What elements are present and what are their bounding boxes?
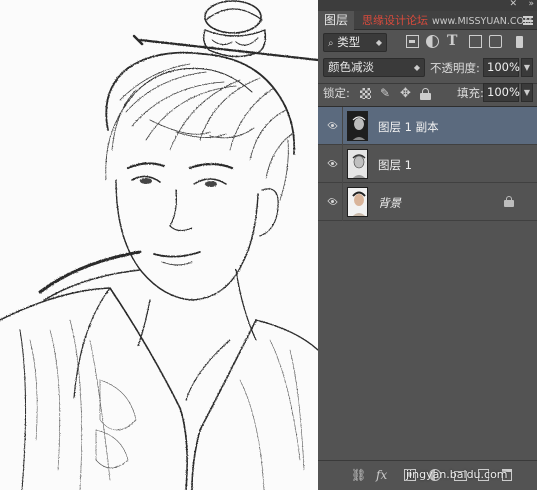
smart-object-filter-icon[interactable] bbox=[489, 35, 502, 48]
layer-name[interactable]: 图层 1 副本 bbox=[378, 119, 439, 135]
blend-mode-select[interactable]: 颜色减淡 ◆ bbox=[323, 58, 425, 77]
layer-name[interactable]: 背景 bbox=[378, 195, 401, 211]
lock-image-pixels-icon[interactable]: ✎ bbox=[380, 87, 391, 99]
collapse-icon[interactable]: » bbox=[528, 0, 533, 9]
filter-kind-select[interactable]: ⌕ 类型 ◆ bbox=[323, 33, 387, 52]
watermark-site: 思缘设计论坛 bbox=[362, 14, 428, 27]
pixel-filter-icon[interactable] bbox=[406, 35, 419, 48]
opacity-label: 不透明度: bbox=[430, 61, 480, 75]
layer-filter-row: ⌕ 类型 ◆ T bbox=[318, 30, 537, 84]
blend-mode-value: 颜色减淡 bbox=[328, 60, 374, 74]
panel-title-bar: ✕ » bbox=[318, 0, 537, 11]
lock-label: 锁定: bbox=[323, 86, 350, 100]
divider bbox=[342, 145, 343, 183]
watermark-url: www.MISSYUAN.COM bbox=[432, 16, 533, 27]
fx-icon[interactable]: fx bbox=[376, 469, 387, 482]
lock-position-icon[interactable]: ✥ bbox=[400, 87, 411, 100]
type-filter-icon[interactable]: T bbox=[447, 34, 460, 48]
chevron-down-icon: ◆ bbox=[375, 38, 382, 47]
divider bbox=[342, 107, 343, 145]
layer-thumbnail bbox=[347, 187, 368, 217]
opacity-input[interactable]: 100% bbox=[483, 58, 520, 77]
link-layers-icon[interactable]: ⛓ bbox=[351, 469, 366, 482]
eye-icon[interactable] bbox=[327, 196, 338, 207]
fill-label: 填充: bbox=[457, 86, 484, 100]
eye-icon[interactable] bbox=[327, 158, 338, 169]
opacity-slider-toggle[interactable]: ▼ bbox=[521, 58, 533, 77]
layers-bottom-toolbar: ⛓ fx jingyan.baidu.com bbox=[318, 460, 537, 490]
divider bbox=[342, 183, 343, 221]
layers-panel: ✕ » 图层 思缘设计论坛 www.MISSYUAN.COM ⌕ 类型 ◆ T 颜… bbox=[318, 0, 537, 490]
close-icon[interactable]: ✕ bbox=[509, 0, 517, 9]
lock-row: 锁定: ✎ ✥ 填充: 100% ▼ bbox=[318, 82, 537, 104]
layer-thumbnail bbox=[347, 111, 368, 141]
panel-tab-row: 图层 思缘设计论坛 www.MISSYUAN.COM bbox=[318, 11, 537, 30]
blend-row: 颜色减淡 ◆ 不透明度: 100% ▼ bbox=[318, 56, 537, 80]
adjustment-filter-icon[interactable] bbox=[426, 35, 439, 48]
layer-row[interactable]: 图层 1 副本 bbox=[318, 107, 537, 145]
search-icon: ⌕ bbox=[328, 38, 334, 49]
watermark-bottom: jingyan.baidu.com bbox=[406, 468, 508, 481]
tab-layers[interactable]: 图层 bbox=[318, 11, 355, 30]
shape-filter-icon[interactable] bbox=[469, 35, 482, 48]
layer-row[interactable]: 背景 bbox=[318, 183, 537, 221]
fill-slider-toggle[interactable]: ▼ bbox=[521, 83, 533, 102]
layer-name[interactable]: 图层 1 bbox=[378, 157, 412, 173]
document-canvas[interactable] bbox=[0, 0, 318, 490]
layer-thumbnail bbox=[347, 149, 368, 179]
eye-icon[interactable] bbox=[327, 120, 338, 131]
filter-kind-label: 类型 bbox=[337, 35, 361, 49]
lock-all-icon[interactable] bbox=[420, 88, 431, 100]
layers-list: 图层 1 副本 图层 1 背景 bbox=[318, 106, 537, 460]
chevron-down-icon: ◆ bbox=[413, 63, 420, 72]
lock-transparent-pixels-icon[interactable] bbox=[360, 88, 371, 99]
filter-toggle-switch[interactable] bbox=[516, 36, 523, 48]
fill-input[interactable]: 100% bbox=[483, 83, 520, 102]
watermark-top: 思缘设计论坛 www.MISSYUAN.COM bbox=[362, 11, 532, 30]
panel-menu-icon[interactable] bbox=[523, 16, 533, 25]
sketch-portrait-image bbox=[0, 0, 318, 490]
layer-row[interactable]: 图层 1 bbox=[318, 145, 537, 183]
lock-icon bbox=[504, 196, 514, 208]
